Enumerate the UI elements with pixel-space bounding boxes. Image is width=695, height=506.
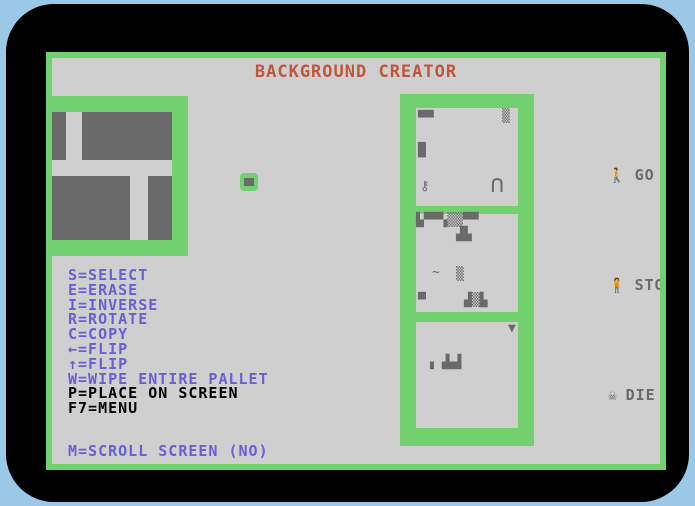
tile-block — [52, 112, 66, 160]
menu-item-menu[interactable]: F7=MENU — [68, 401, 269, 416]
tile-block — [148, 176, 172, 240]
wave-sprite-icon: ~ — [432, 265, 440, 280]
status-stop: 🧍STOP — [608, 276, 665, 294]
command-menu: S=SELECT E=ERASE I=INVERSE R=ROTATE C=CO… — [68, 268, 269, 416]
tile-grid[interactable] — [52, 112, 172, 240]
c64-screen: BACKGROUND CREATOR S=SELECT E=ERASE I=IN… — [46, 52, 666, 470]
ledge-sprite-icon: ▀ — [418, 293, 426, 308]
tile-block — [82, 112, 172, 160]
key-sprite-icon: ⚷ — [420, 179, 430, 194]
status-die: ☠ DIE — [608, 386, 656, 404]
tile-block — [52, 176, 130, 240]
page-title: BACKGROUND CREATOR — [254, 62, 458, 82]
scroll-screen-toggle[interactable]: M=SCROLL SCREEN (NO) — [68, 442, 269, 460]
spike-sprite-icon: ▼ — [508, 321, 516, 336]
stand-icon: 🧍 — [608, 278, 627, 294]
tombstone-sprite-icon: ▟▙ — [456, 227, 472, 242]
grass-sprite-icon: ▖▗▙▟ — [430, 355, 462, 370]
tile-palette: ▀▀ ▒ █ ⚷ ∩ ▙▀▀▚▒▒▀▀ ▟▙ ~ ▒ ▀ ▟▒▙ ▼ ▖▗▙▟ — [400, 94, 534, 446]
skull-icon: ☠ — [608, 388, 618, 404]
wall-sprite-icon: ▙▀▀▚▒▒▀▀ — [416, 213, 479, 228]
brick-sprite-icon: ▀▀ — [418, 111, 434, 126]
palette-cell-die[interactable]: ▼ ▖▗▙▟ — [416, 322, 518, 428]
hatch-sprite-icon: ▒ — [456, 267, 464, 282]
hatch-sprite-icon: ▒ — [502, 109, 510, 124]
monitor-bezel: BACKGROUND CREATOR S=SELECT E=ERASE I=IN… — [6, 4, 689, 502]
status-go: 🚶 GO — [608, 166, 655, 184]
cursor-icon[interactable] — [240, 173, 258, 191]
walker-icon: 🚶 — [608, 168, 627, 184]
tile-editor-canvas[interactable] — [52, 96, 188, 256]
block-sprite-icon: █ — [418, 143, 426, 158]
palette-cell-stop[interactable]: ▙▀▀▚▒▒▀▀ ▟▙ ~ ▒ ▀ ▟▒▙ — [416, 214, 518, 312]
arch-sprite-icon: ∩ — [490, 170, 505, 198]
crate-sprite-icon: ▟▒▙ — [464, 293, 488, 308]
palette-cell-go[interactable]: ▀▀ ▒ █ ⚷ ∩ — [416, 108, 518, 206]
